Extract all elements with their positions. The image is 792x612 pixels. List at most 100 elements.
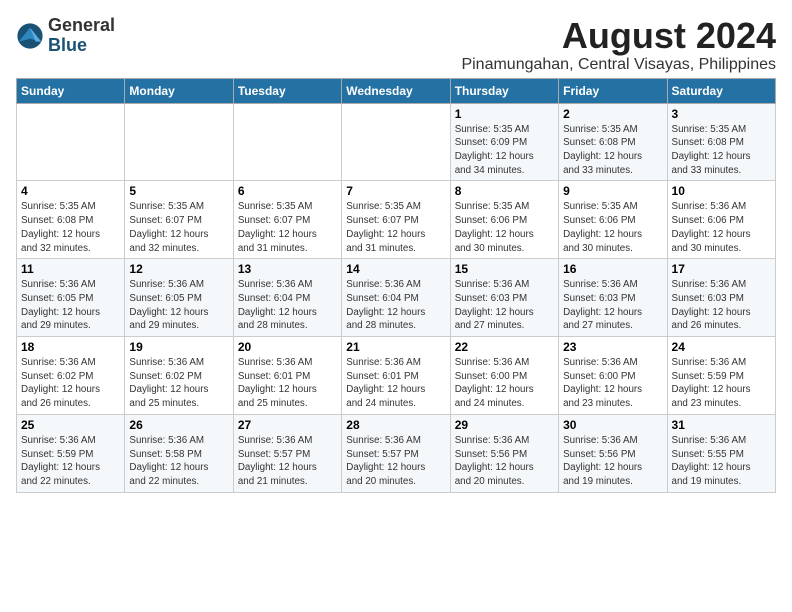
day-number: 25	[21, 418, 120, 432]
calendar-cell: 8 Sunrise: 5:35 AM Sunset: 6:06 PM Daylig…	[450, 181, 558, 259]
day-info: Sunrise: 5:35 AM Sunset: 6:06 PM Dayligh…	[455, 200, 554, 255]
calendar-cell: 1Sunrise: 5:35 AM Sunset: 6:09 PM Daylig…	[450, 103, 558, 181]
day-info: Sunrise: 5:36 AM Sunset: 5:57 PM Dayligh…	[238, 434, 337, 489]
calendar-cell: 15Sunrise: 5:36 AM Sunset: 6:03 PM Dayli…	[450, 259, 558, 337]
column-header-tuesday: Tuesday	[233, 78, 341, 103]
page-subtitle: Pinamungahan, Central Visayas, Philippin…	[461, 56, 776, 74]
calendar-cell: 11 Sunrise: 5:36 AM Sunset: 6:05 PM Dayli…	[17, 259, 125, 337]
calendar-cell: 17Sunrise: 5:36 AM Sunset: 6:03 PM Dayli…	[667, 259, 775, 337]
calendar-cell: 23 Sunrise: 5:36 AM Sunset: 6:00 PM Dayli…	[559, 337, 667, 415]
calendar-cell	[125, 103, 233, 181]
day-number: 31	[672, 418, 771, 432]
day-number: 23	[563, 340, 662, 354]
day-info: Sunrise: 5:36 AM Sunset: 6:02 PM Dayligh…	[129, 356, 228, 411]
column-header-thursday: Thursday	[450, 78, 558, 103]
calendar-cell: 29 Sunrise: 5:36 AM Sunset: 5:56 PM Dayli…	[450, 414, 558, 492]
day-info: Sunrise: 5:36 AM Sunset: 6:00 PM Dayligh…	[455, 356, 554, 411]
day-info: Sunrise: 5:36 AM Sunset: 5:56 PM Dayligh…	[563, 434, 662, 489]
calendar-cell: 10 Sunrise: 5:36 AM Sunset: 6:06 PM Dayli…	[667, 181, 775, 259]
day-info: Sunrise: 5:36 AM Sunset: 5:59 PM Dayligh…	[672, 356, 771, 411]
calendar-cell: 22 Sunrise: 5:36 AM Sunset: 6:00 PM Dayli…	[450, 337, 558, 415]
day-number: 6	[238, 184, 337, 198]
day-number: 17	[672, 262, 771, 276]
calendar-cell	[233, 103, 341, 181]
calendar-cell: 12Sunrise: 5:36 AM Sunset: 6:05 PM Dayli…	[125, 259, 233, 337]
calendar-cell: 26Sunrise: 5:36 AM Sunset: 5:58 PM Dayli…	[125, 414, 233, 492]
day-info: Sunrise: 5:35 AM Sunset: 6:07 PM Dayligh…	[346, 200, 445, 255]
day-number: 14	[346, 262, 445, 276]
logo: General Blue	[16, 16, 115, 56]
logo-text: General Blue	[48, 16, 115, 56]
day-info: Sunrise: 5:36 AM Sunset: 6:02 PM Dayligh…	[21, 356, 120, 411]
day-number: 29	[455, 418, 554, 432]
day-info: Sunrise: 5:35 AM Sunset: 6:07 PM Dayligh…	[238, 200, 337, 255]
day-info: Sunrise: 5:36 AM Sunset: 5:59 PM Dayligh…	[21, 434, 120, 489]
calendar-cell: 16 Sunrise: 5:36 AM Sunset: 6:03 PM Dayli…	[559, 259, 667, 337]
day-number: 28	[346, 418, 445, 432]
day-number: 10	[672, 184, 771, 198]
day-info: Sunrise: 5:35 AM Sunset: 6:08 PM Dayligh…	[672, 123, 771, 178]
day-info: Sunrise: 5:36 AM Sunset: 5:56 PM Dayligh…	[455, 434, 554, 489]
day-number: 30	[563, 418, 662, 432]
calendar-week-4: 18 Sunrise: 5:36 AM Sunset: 6:02 PM Dayli…	[17, 337, 776, 415]
day-info: Sunrise: 5:36 AM Sunset: 6:00 PM Dayligh…	[563, 356, 662, 411]
day-info: Sunrise: 5:36 AM Sunset: 6:03 PM Dayligh…	[563, 278, 662, 333]
day-number: 24	[672, 340, 771, 354]
day-info: Sunrise: 5:35 AM Sunset: 6:06 PM Dayligh…	[563, 200, 662, 255]
day-info: Sunrise: 5:36 AM Sunset: 6:01 PM Dayligh…	[346, 356, 445, 411]
title-block: August 2024 Pinamungahan, Central Visaya…	[461, 16, 776, 74]
calendar-week-1: 1Sunrise: 5:35 AM Sunset: 6:09 PM Daylig…	[17, 103, 776, 181]
calendar-cell: 13 Sunrise: 5:36 AM Sunset: 6:04 PM Dayli…	[233, 259, 341, 337]
day-info: Sunrise: 5:36 AM Sunset: 6:06 PM Dayligh…	[672, 200, 771, 255]
column-header-sunday: Sunday	[17, 78, 125, 103]
day-number: 7	[346, 184, 445, 198]
calendar-cell: 18 Sunrise: 5:36 AM Sunset: 6:02 PM Dayli…	[17, 337, 125, 415]
day-number: 21	[346, 340, 445, 354]
day-info: Sunrise: 5:36 AM Sunset: 6:04 PM Dayligh…	[238, 278, 337, 333]
day-number: 18	[21, 340, 120, 354]
column-header-friday: Friday	[559, 78, 667, 103]
day-number: 4	[21, 184, 120, 198]
day-info: Sunrise: 5:36 AM Sunset: 6:05 PM Dayligh…	[21, 278, 120, 333]
calendar-cell: 14 Sunrise: 5:36 AM Sunset: 6:04 PM Dayli…	[342, 259, 450, 337]
day-number: 12	[129, 262, 228, 276]
day-info: Sunrise: 5:35 AM Sunset: 6:08 PM Dayligh…	[563, 123, 662, 178]
calendar-cell: 4 Sunrise: 5:35 AM Sunset: 6:08 PM Daylig…	[17, 181, 125, 259]
calendar-week-3: 11 Sunrise: 5:36 AM Sunset: 6:05 PM Dayli…	[17, 259, 776, 337]
calendar-cell: 28Sunrise: 5:36 AM Sunset: 5:57 PM Dayli…	[342, 414, 450, 492]
day-info: Sunrise: 5:35 AM Sunset: 6:08 PM Dayligh…	[21, 200, 120, 255]
day-number: 1	[455, 107, 554, 121]
calendar-cell: 6 Sunrise: 5:35 AM Sunset: 6:07 PM Daylig…	[233, 181, 341, 259]
calendar-cell: 19 Sunrise: 5:36 AM Sunset: 6:02 PM Dayli…	[125, 337, 233, 415]
calendar-cell: 5Sunrise: 5:35 AM Sunset: 6:07 PM Daylig…	[125, 181, 233, 259]
day-number: 22	[455, 340, 554, 354]
calendar-cell: 27 Sunrise: 5:36 AM Sunset: 5:57 PM Dayli…	[233, 414, 341, 492]
day-number: 5	[129, 184, 228, 198]
day-info: Sunrise: 5:36 AM Sunset: 6:01 PM Dayligh…	[238, 356, 337, 411]
calendar-cell: 25 Sunrise: 5:36 AM Sunset: 5:59 PM Dayli…	[17, 414, 125, 492]
day-info: Sunrise: 5:36 AM Sunset: 5:55 PM Dayligh…	[672, 434, 771, 489]
day-info: Sunrise: 5:36 AM Sunset: 5:58 PM Dayligh…	[129, 434, 228, 489]
day-number: 11	[21, 262, 120, 276]
day-number: 16	[563, 262, 662, 276]
calendar-header-row: SundayMondayTuesdayWednesdayThursdayFrid…	[17, 78, 776, 103]
calendar-table: SundayMondayTuesdayWednesdayThursdayFrid…	[16, 78, 776, 493]
calendar-cell: 7 Sunrise: 5:35 AM Sunset: 6:07 PM Daylig…	[342, 181, 450, 259]
day-number: 9	[563, 184, 662, 198]
day-number: 3	[672, 107, 771, 121]
calendar-week-2: 4 Sunrise: 5:35 AM Sunset: 6:08 PM Daylig…	[17, 181, 776, 259]
day-info: Sunrise: 5:36 AM Sunset: 6:03 PM Dayligh…	[455, 278, 554, 333]
day-info: Sunrise: 5:36 AM Sunset: 6:04 PM Dayligh…	[346, 278, 445, 333]
day-number: 20	[238, 340, 337, 354]
day-number: 19	[129, 340, 228, 354]
logo-icon	[16, 22, 44, 50]
calendar-cell: 20 Sunrise: 5:36 AM Sunset: 6:01 PM Dayli…	[233, 337, 341, 415]
day-number: 13	[238, 262, 337, 276]
column-header-wednesday: Wednesday	[342, 78, 450, 103]
calendar-cell: 3 Sunrise: 5:35 AM Sunset: 6:08 PM Daylig…	[667, 103, 775, 181]
calendar-week-5: 25 Sunrise: 5:36 AM Sunset: 5:59 PM Dayli…	[17, 414, 776, 492]
day-number: 8	[455, 184, 554, 198]
day-number: 27	[238, 418, 337, 432]
calendar-cell: 9 Sunrise: 5:35 AM Sunset: 6:06 PM Daylig…	[559, 181, 667, 259]
calendar-cell: 30 Sunrise: 5:36 AM Sunset: 5:56 PM Dayli…	[559, 414, 667, 492]
